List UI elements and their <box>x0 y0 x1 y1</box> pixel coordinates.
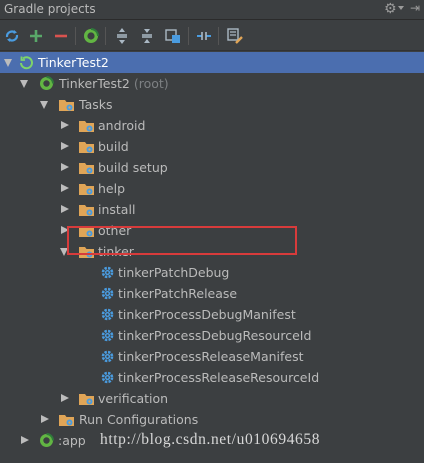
gear-task-icon <box>99 264 116 281</box>
expand-arrow-icon[interactable] <box>61 121 69 129</box>
tree-row-group[interactable]: help <box>0 178 424 199</box>
root-label: TinkerTest2 <box>38 55 109 70</box>
tree-row-group[interactable]: build setup <box>0 157 424 178</box>
gradle-sync-icon <box>18 54 35 71</box>
refresh-icon[interactable] <box>2 26 22 46</box>
gear-icon[interactable]: ⚙ <box>384 1 397 17</box>
tree-row-group[interactable]: android <box>0 115 424 136</box>
gear-task-icon <box>99 348 116 365</box>
gradle-task-icon[interactable] <box>81 26 101 46</box>
task-folder-icon <box>78 138 95 155</box>
task-label: tinkerProcessDebugResourceId <box>118 328 312 343</box>
collapse-all-icon[interactable] <box>137 26 157 46</box>
task-row[interactable]: tinkerPatchDebug <box>0 262 424 283</box>
tasks-label: Tasks <box>79 97 113 112</box>
add-icon[interactable] <box>26 26 46 46</box>
gradle-tree: TinkerTest2 TinkerTest2 (root) Tasks and… <box>0 52 424 463</box>
tree-row-root[interactable]: TinkerTest2 <box>0 52 424 73</box>
project-name: TinkerTest2 <box>59 76 130 91</box>
group-label: build setup <box>98 160 168 175</box>
task-label: tinkerProcessDebugManifest <box>118 307 296 322</box>
watermark: http://blog.csdn.net/u010694658 <box>100 431 321 448</box>
gradle-project-icon <box>38 75 55 92</box>
toolbar <box>0 21 424 51</box>
task-row[interactable]: tinkerProcessDebugManifest <box>0 304 424 325</box>
panel-title: Gradle projects <box>4 2 96 16</box>
expand-arrow-icon[interactable] <box>20 80 28 88</box>
task-folder-icon <box>78 390 95 407</box>
highlight-box <box>67 226 297 255</box>
task-folder-icon <box>78 180 95 197</box>
expand-arrow-icon[interactable] <box>61 142 69 150</box>
tree-row-group[interactable]: install <box>0 199 424 220</box>
task-label: tinkerProcessReleaseResourceId <box>118 370 320 385</box>
expand-arrow-icon[interactable] <box>40 101 48 109</box>
group-label: build <box>98 139 129 154</box>
remove-icon[interactable] <box>51 26 71 46</box>
chevron-down-icon[interactable] <box>398 6 404 10</box>
task-folder-icon <box>78 117 95 134</box>
group-label: android <box>98 118 146 133</box>
task-folder-icon <box>78 159 95 176</box>
gear-task-icon <box>99 369 116 386</box>
expand-arrow-icon[interactable] <box>61 205 69 213</box>
group-label: verification <box>98 391 169 406</box>
tree-row-tasks[interactable]: Tasks <box>0 94 424 115</box>
task-label: tinkerPatchDebug <box>118 265 230 280</box>
attach-icon[interactable] <box>163 26 183 46</box>
expand-arrow-icon[interactable] <box>41 415 49 423</box>
tree-row-group[interactable]: build <box>0 136 424 157</box>
project-label: TinkerTest2 (root) <box>59 76 169 91</box>
task-folder-icon <box>58 96 75 113</box>
gradle-project-icon <box>38 432 55 449</box>
gear-task-icon <box>99 285 116 302</box>
task-label: tinkerPatchRelease <box>118 286 238 301</box>
expand-arrow-icon[interactable] <box>21 436 29 444</box>
task-folder-icon <box>78 201 95 218</box>
expand-arrow-icon[interactable] <box>4 59 12 67</box>
run-configurations-label: Run Configurations <box>79 412 199 427</box>
hide-panel-icon[interactable]: ⇥ <box>410 1 420 15</box>
expand-arrow-icon[interactable] <box>61 184 69 192</box>
gear-task-icon <box>99 327 116 344</box>
group-label: help <box>98 181 126 196</box>
task-row[interactable]: tinkerProcessReleaseResourceId <box>0 367 424 388</box>
run-config-folder-icon <box>58 411 75 428</box>
panel-header: Gradle projects ⚙ ⇥ <box>0 0 424 20</box>
settings-icon[interactable] <box>225 26 245 46</box>
task-label: tinkerProcessReleaseManifest <box>118 349 304 364</box>
group-label: install <box>98 202 136 217</box>
project-suffix: (root) <box>133 76 169 91</box>
task-row[interactable]: tinkerProcessReleaseManifest <box>0 346 424 367</box>
task-row[interactable]: tinkerProcessDebugResourceId <box>0 325 424 346</box>
gear-task-icon <box>99 306 116 323</box>
app-label: :app <box>58 433 86 448</box>
expand-all-icon[interactable] <box>112 26 132 46</box>
task-row-highlighted[interactable]: tinkerPatchRelease <box>0 283 424 304</box>
expand-arrow-icon[interactable] <box>61 163 69 171</box>
tree-row-project[interactable]: TinkerTest2 (root) <box>0 73 424 94</box>
toggle-offline-icon[interactable] <box>194 26 214 46</box>
expand-arrow-icon[interactable] <box>61 394 69 402</box>
tree-row-group[interactable]: verification <box>0 388 424 409</box>
tree-row-run-configurations[interactable]: Run Configurations <box>0 409 424 430</box>
